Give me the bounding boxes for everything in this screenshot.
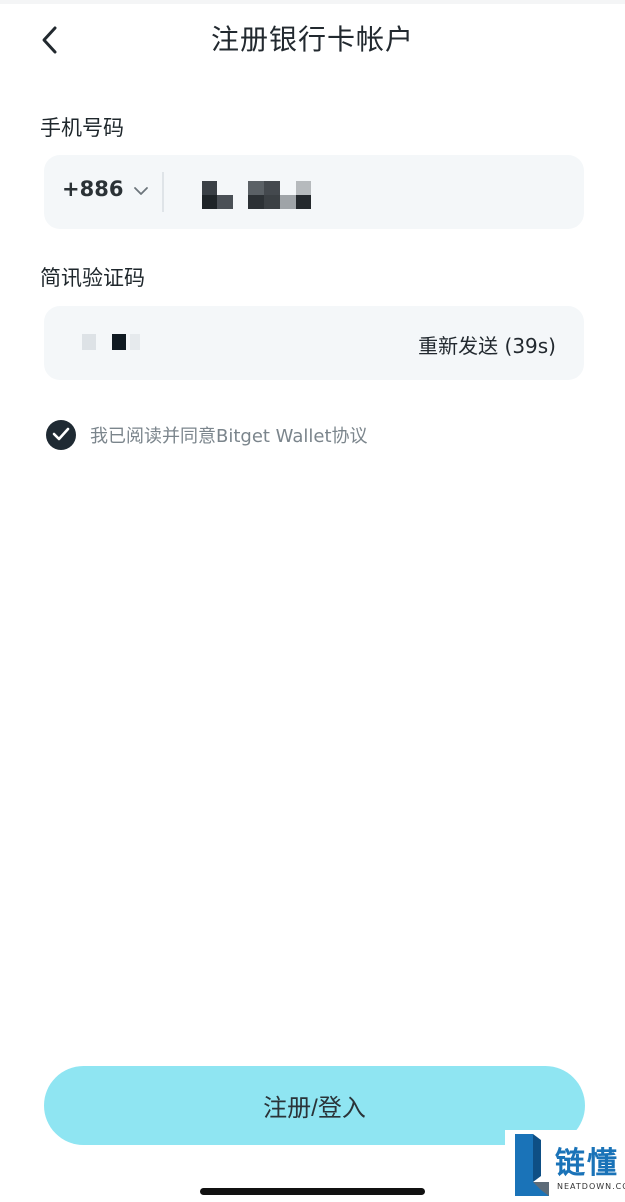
redacted-digit bbox=[202, 181, 217, 195]
redacted-digit bbox=[130, 334, 140, 350]
country-code-select[interactable]: +886 bbox=[62, 177, 149, 201]
redacted-digit bbox=[296, 181, 311, 195]
sms-code-field[interactable]: 重新发送 (39s) bbox=[44, 306, 584, 380]
redacted-digit bbox=[264, 181, 280, 195]
home-indicator bbox=[200, 1188, 425, 1195]
resend-code-button[interactable]: 重新发送 (39s) bbox=[418, 330, 556, 359]
watermark-domain: NEATDOWN.COM bbox=[557, 1182, 625, 1191]
page-title: 注册银行卡帐户 bbox=[210, 23, 414, 56]
phone-label: 手机号码 bbox=[40, 116, 124, 140]
agreement-text[interactable]: 我已阅读并同意Bitget Wallet协议 bbox=[90, 422, 368, 448]
phone-field[interactable]: +886 bbox=[44, 155, 584, 229]
status-bar-strip bbox=[0, 0, 625, 4]
redacted-digit bbox=[82, 334, 96, 350]
redacted-digit bbox=[217, 195, 233, 209]
phone-number-input[interactable] bbox=[174, 165, 564, 219]
divider bbox=[162, 172, 164, 212]
redacted-digit bbox=[280, 195, 296, 209]
redacted-digit bbox=[296, 195, 311, 209]
chevron-down-icon bbox=[133, 177, 149, 201]
header-bar: 注册银行卡帐户 bbox=[0, 10, 625, 70]
agreement-row: 我已阅读并同意Bitget Wallet协议 bbox=[46, 420, 368, 450]
watermark-text: 链懂 bbox=[555, 1146, 619, 1181]
redacted-digit bbox=[112, 334, 126, 350]
register-login-button[interactable]: 注册/登入 bbox=[44, 1066, 585, 1145]
redacted-digit bbox=[248, 195, 264, 209]
agreement-checkbox[interactable] bbox=[46, 420, 76, 450]
country-code-value: +886 bbox=[62, 177, 124, 201]
checkmark-icon bbox=[52, 426, 70, 445]
sms-code-input[interactable] bbox=[64, 318, 364, 368]
redacted-digit bbox=[202, 195, 217, 209]
redacted-digit bbox=[248, 181, 264, 195]
sms-code-label: 简讯验证码 bbox=[40, 266, 145, 290]
redacted-digit bbox=[264, 195, 280, 209]
watermark-logo-icon bbox=[511, 1132, 551, 1198]
watermark: 链懂 NEATDOWN.COM bbox=[505, 1130, 625, 1200]
